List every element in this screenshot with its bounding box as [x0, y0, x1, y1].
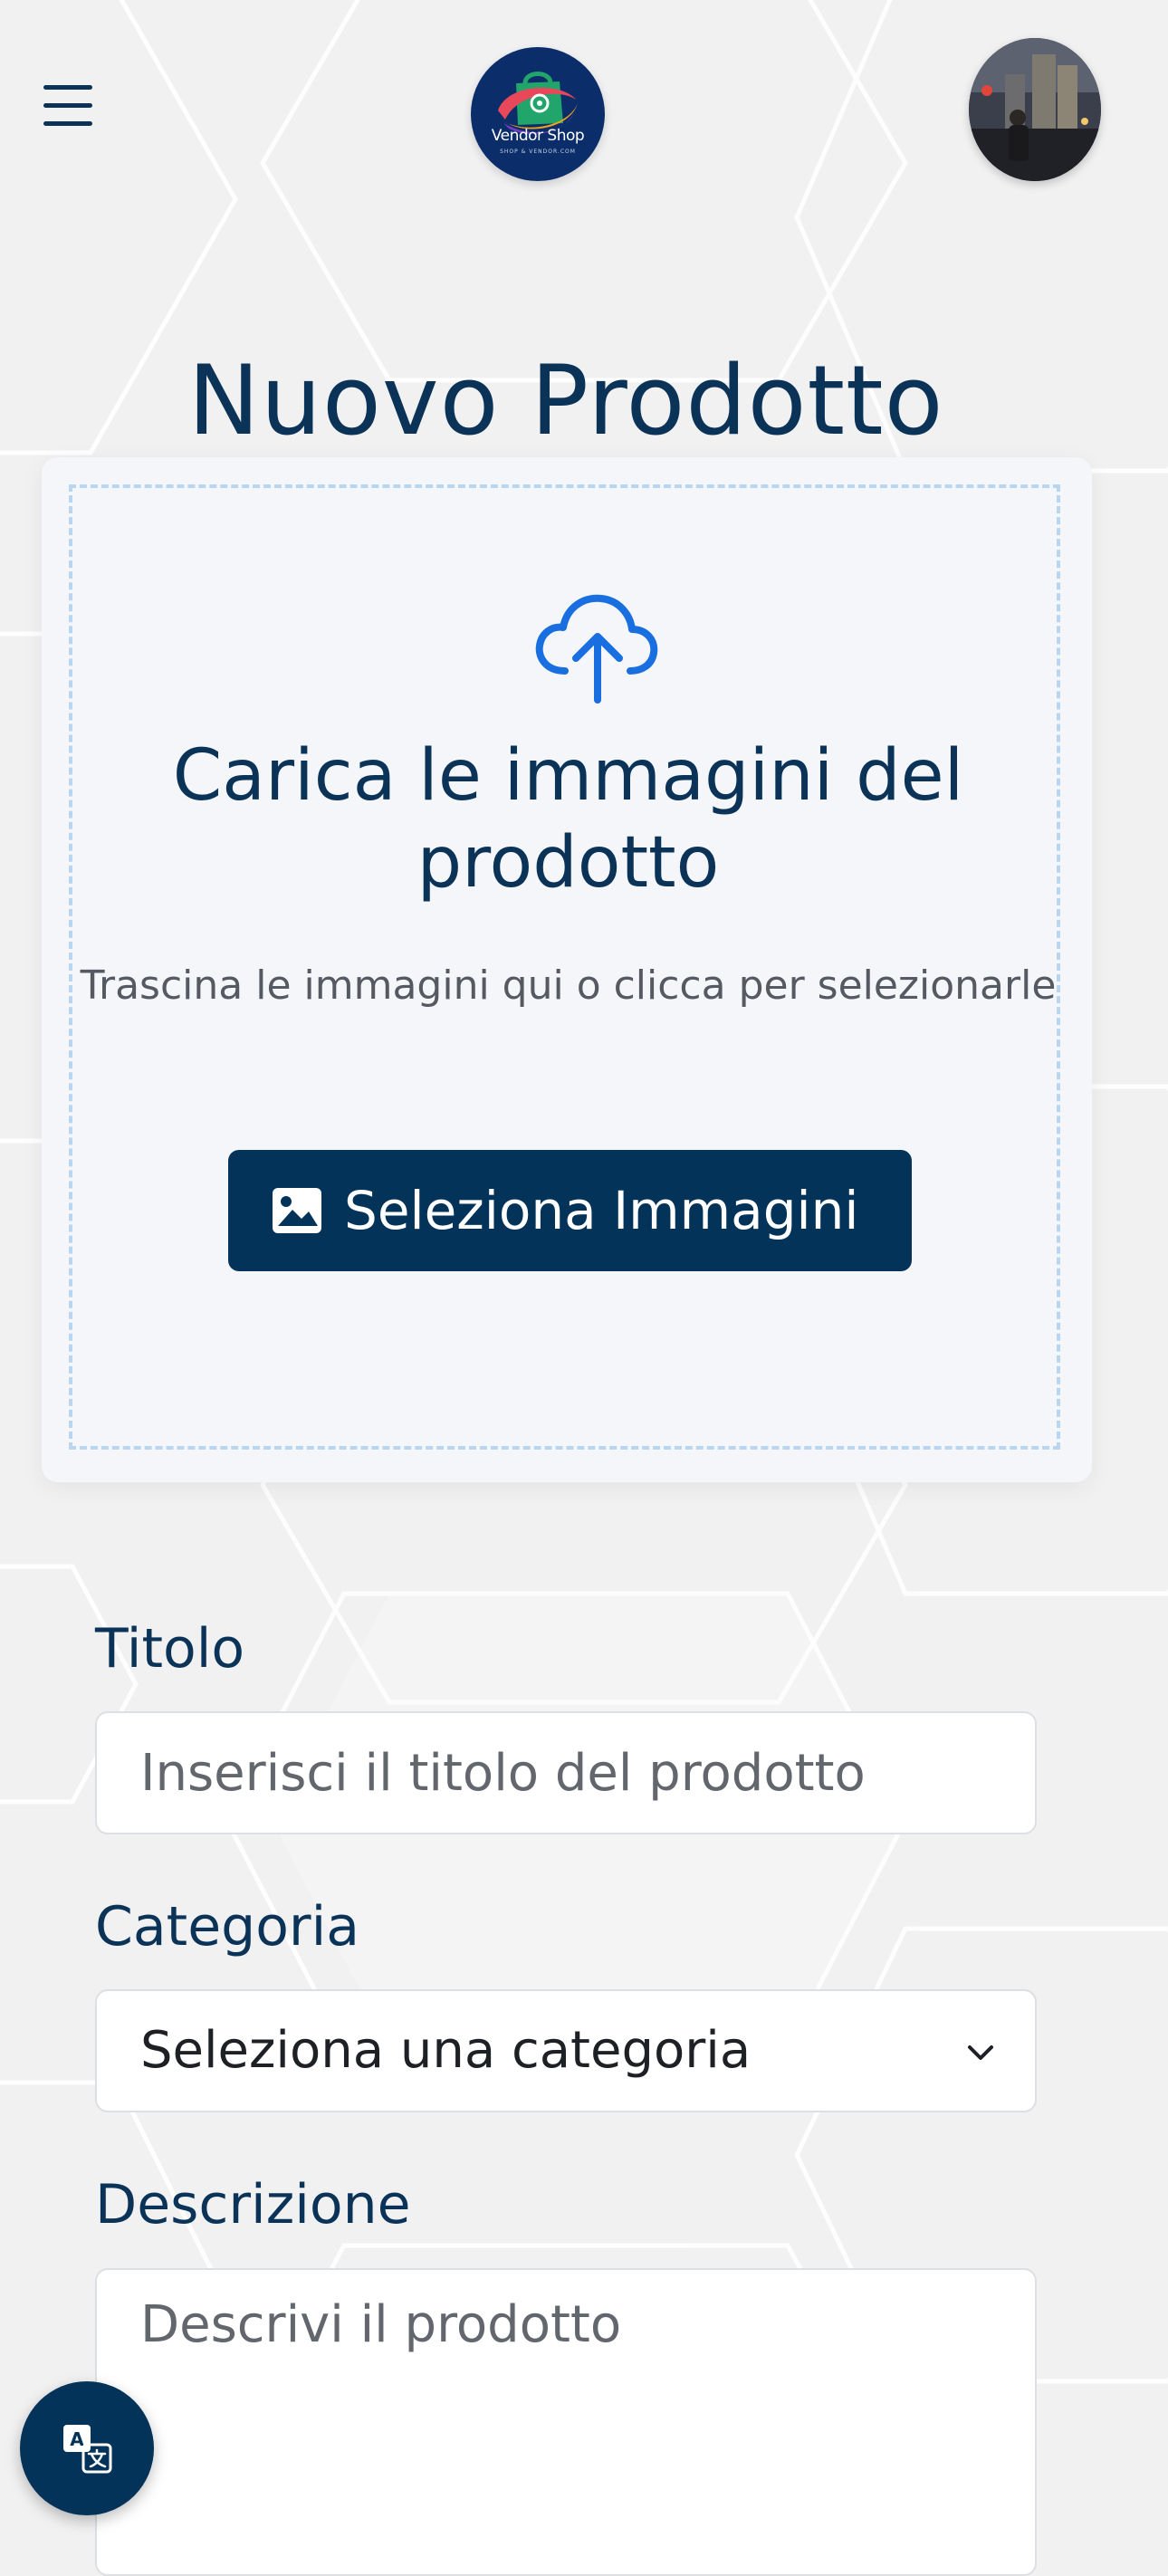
- vendor-shop-logo[interactable]: Vendor Shop SHOP & VENDOR.COM: [471, 47, 605, 181]
- chevron-down-icon: [968, 2045, 993, 2060]
- description-textarea[interactable]: [97, 2270, 1035, 2574]
- category-select[interactable]: Seleziona una categoria: [95, 1989, 1037, 2112]
- select-images-label: Seleziona Immagini: [344, 1180, 859, 1241]
- image-upload-card: Carica le immagini del prodotto Trascina…: [42, 457, 1092, 1482]
- translate-button[interactable]: A: [20, 2381, 154, 2515]
- app-header: Vendor Shop SHOP & VENDOR.COM: [0, 0, 1168, 226]
- image-icon: [273, 1188, 321, 1233]
- translate-icon: A: [63, 2425, 112, 2474]
- hamburger-menu-icon[interactable]: [40, 81, 96, 129]
- title-input[interactable]: [97, 1713, 1035, 1833]
- category-selected-value: Seleziona una categoria: [140, 2021, 752, 2080]
- image-dropzone[interactable]: Carica le immagini del prodotto Trascina…: [69, 484, 1060, 1450]
- description-label: Descrizione: [95, 2173, 411, 2236]
- upload-title: Carica le immagini del prodotto: [172, 735, 964, 904]
- description-field-wrapper: [95, 2268, 1037, 2576]
- category-label: Categoria: [95, 1895, 360, 1958]
- cloud-upload-icon: [535, 594, 658, 704]
- avatar-photo: [969, 38, 1101, 181]
- user-avatar[interactable]: [969, 38, 1101, 181]
- title-label: Titolo: [95, 1617, 245, 1681]
- select-images-button[interactable]: Seleziona Immagini: [228, 1150, 912, 1271]
- logo-brand-text: Vendor Shop: [491, 127, 585, 145]
- logo-tagline-text: SHOP & VENDOR.COM: [500, 148, 576, 155]
- upload-hint: Trascina le immagini qui o clicca per se…: [80, 962, 1057, 1009]
- shopping-bag-logo-icon: [498, 72, 578, 134]
- page-title: Nuovo Prodotto: [187, 345, 944, 457]
- title-field-wrapper: [95, 1711, 1037, 1834]
